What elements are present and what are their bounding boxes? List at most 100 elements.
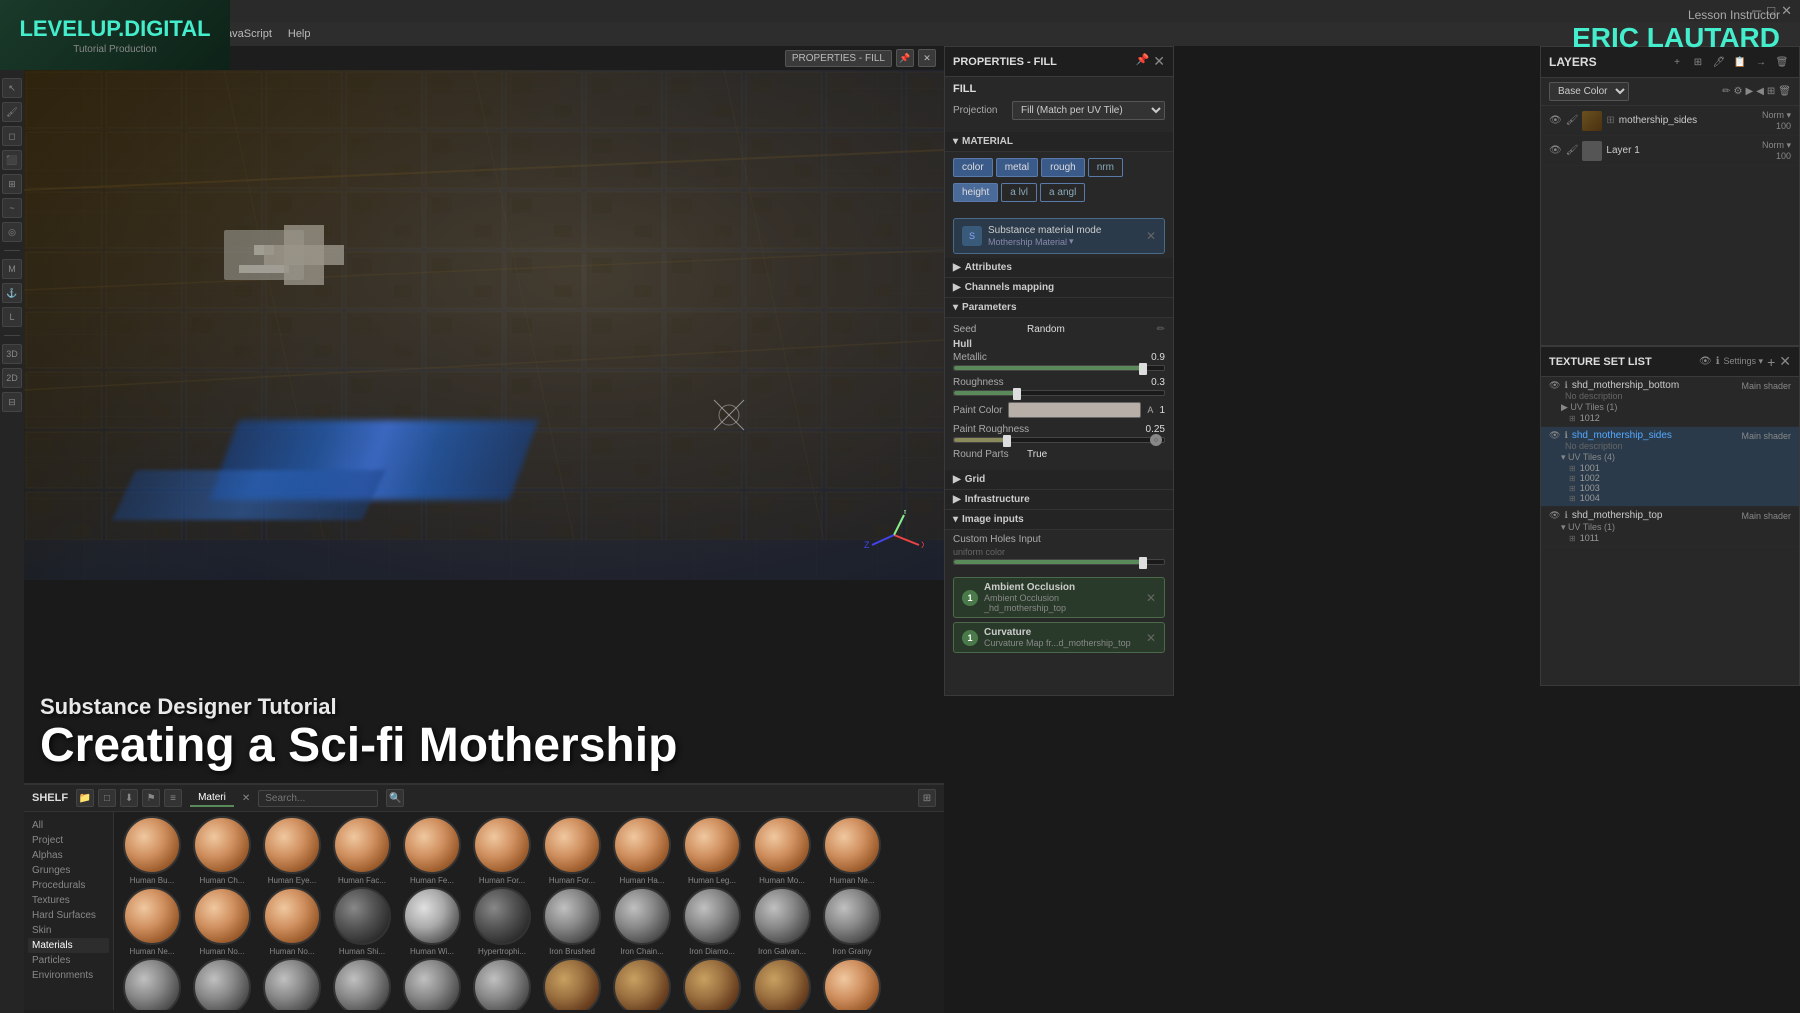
mat-item-21[interactable]: Iron Grainy <box>818 887 886 956</box>
ts-close-btn[interactable]: ✕ <box>1779 353 1791 370</box>
ts-add-btn[interactable]: + <box>1767 354 1775 370</box>
mat-item-20[interactable]: Iron Galvan... <box>748 887 816 956</box>
cat-particles[interactable]: Particles <box>28 953 109 968</box>
layer-norm-1[interactable]: Norm ▾ <box>1762 140 1791 151</box>
ts-vis-0[interactable]: 👁 <box>1549 380 1560 391</box>
shelf-tab-materials[interactable]: Materi <box>190 790 234 807</box>
ts-vis-1[interactable]: 👁 <box>1549 430 1560 441</box>
image-inputs-header[interactable]: ▾ Image inputs <box>945 510 1173 530</box>
ts-edit-btn[interactable]: ℹ <box>1716 356 1720 367</box>
layer-tool-4[interactable]: 📋 <box>1731 53 1749 71</box>
mat-item-9[interactable]: Human Mo... <box>748 816 816 885</box>
menu-help[interactable]: Help <box>288 28 311 40</box>
cat-project[interactable]: Project <box>28 833 109 848</box>
mat-item-30[interactable]: Leather Me... <box>678 958 746 1010</box>
vp-close-btn[interactable]: ✕ <box>918 49 936 67</box>
shelf-tool-filter[interactable]: ⚑ <box>142 789 160 807</box>
roughness-toggle[interactable]: ○ <box>1150 434 1162 446</box>
channel-tool-3[interactable]: ▶ <box>1746 86 1754 97</box>
tool-fill[interactable]: ⬛ <box>2 150 22 170</box>
channels-mapping-header[interactable]: ▶ Channels mapping <box>945 278 1173 298</box>
mat-item-11[interactable]: Human Ne... <box>118 887 186 956</box>
cat-materials[interactable]: Materials <box>28 938 109 953</box>
layer-vis-1[interactable]: 👁 <box>1549 145 1562 156</box>
tool-erase[interactable]: ◻ <box>2 126 22 146</box>
close-btn[interactable]: ✕ <box>1781 3 1792 19</box>
ts-vis-btn[interactable]: 👁 <box>1699 356 1712 367</box>
mat-item-16[interactable]: Hypertrophi... <box>468 887 536 956</box>
curvature-close[interactable]: ✕ <box>1146 631 1156 645</box>
shelf-tool-import[interactable]: ⬇ <box>120 789 138 807</box>
tool-mask[interactable]: M <box>2 259 22 279</box>
paint-roughness-track[interactable]: ○ <box>953 437 1165 443</box>
mat-item-17[interactable]: Iron Brushed <box>538 887 606 956</box>
mat-item-32[interactable]: Light Oat... <box>818 958 886 1010</box>
mat-item-5[interactable]: Human For... <box>468 816 536 885</box>
shelf-grid-view[interactable]: ⊞ <box>918 789 936 807</box>
mat-btn-metal[interactable]: metal <box>996 158 1038 177</box>
layer-item-0[interactable]: 👁 🖌 ⊞ mothership_sides Norm ▾ 100 <box>1541 106 1799 136</box>
shelf-tool-folder[interactable]: 📁 <box>76 789 94 807</box>
mat-item-25[interactable]: Iron Pure <box>328 958 396 1010</box>
custom-holes-track[interactable] <box>953 559 1165 565</box>
mat-item-26[interactable]: Iron Raw <box>398 958 466 1010</box>
ts-settings-btn[interactable]: Settings ▾ <box>1724 356 1764 367</box>
paint-color-swatch[interactable] <box>1008 402 1141 418</box>
material-section-header[interactable]: ▾ MATERIAL <box>945 132 1173 152</box>
mat-item-19[interactable]: Iron Diamo... <box>678 887 746 956</box>
tool-smudge[interactable]: ~ <box>2 198 22 218</box>
mat-item-7[interactable]: Human Ha... <box>608 816 676 885</box>
vp-pin-btn[interactable]: 📌 <box>896 49 914 67</box>
ts-uv-1[interactable]: ▾ UV Tiles (4) <box>1549 452 1791 463</box>
mat-item-1[interactable]: Human Ch... <box>188 816 256 885</box>
viewport[interactable]: X Y Z <box>24 70 944 580</box>
mat-btn-color[interactable]: color <box>953 158 993 177</box>
channel-tool-1[interactable]: ✏ <box>1722 86 1730 97</box>
ts-uv-0[interactable]: ▶ UV Tiles (1) <box>1549 402 1791 413</box>
mat-item-31[interactable]: Leather... <box>748 958 816 1010</box>
parameters-header[interactable]: ▾ Parameters <box>945 298 1173 318</box>
properties-close[interactable]: ✕ <box>1153 53 1165 70</box>
seed-edit[interactable]: ✏ <box>1157 324 1165 335</box>
channel-tool-2[interactable]: ⚙ <box>1734 86 1743 97</box>
mat-item-6[interactable]: Human For... <box>538 816 606 885</box>
mat-item-0[interactable]: Human Bu... <box>118 816 186 885</box>
mat-item-14[interactable]: Human Shi... <box>328 887 396 956</box>
tool-3d[interactable]: 3D <box>2 344 22 364</box>
tool-paint[interactable]: 🖌 <box>2 102 22 122</box>
mat-item-22[interactable]: Iron Grinded <box>118 958 186 1010</box>
mat-item-27[interactable]: Iron Raw D... <box>468 958 536 1010</box>
layer-tool-6[interactable]: 🗑 <box>1773 53 1791 71</box>
ts-item-1[interactable]: 👁 ℹ shd_mothership_sides Main shader No … <box>1541 427 1799 507</box>
cat-hard-surfaces[interactable]: Hard Surfaces <box>28 908 109 923</box>
shelf-tool-view[interactable]: ≡ <box>164 789 182 807</box>
cat-grunges[interactable]: Grunges <box>28 863 109 878</box>
mat-item-3[interactable]: Human Fac... <box>328 816 396 885</box>
ao-close[interactable]: ✕ <box>1146 591 1156 605</box>
mat-item-4[interactable]: Human Fe... <box>398 816 466 885</box>
mat-btn-height[interactable]: height <box>953 183 998 202</box>
tool-clone[interactable]: ⊞ <box>2 174 22 194</box>
layer-tool-1[interactable]: + <box>1668 53 1686 71</box>
layer-paint-0[interactable]: 🖌 <box>1566 115 1579 126</box>
tool-2d[interactable]: 2D <box>2 368 22 388</box>
infrastructure-header[interactable]: ▶ Infrastructure <box>945 490 1173 510</box>
ts-vis2-1[interactable]: ℹ <box>1564 430 1567 441</box>
ts-vis2-0[interactable]: ℹ <box>1564 380 1567 391</box>
layer-tool-2[interactable]: ⊞ <box>1689 53 1707 71</box>
channel-tool-4[interactable]: ◀ <box>1756 86 1764 97</box>
mat-item-24[interactable]: Iron Powde... <box>258 958 326 1010</box>
shelf-search-btn[interactable]: 🔍 <box>386 789 404 807</box>
cat-textures[interactable]: Textures <box>28 893 109 908</box>
cat-procedurals[interactable]: Procedurals <box>28 878 109 893</box>
channel-tool-6[interactable]: 🗑 <box>1778 86 1791 97</box>
ts-vis-2[interactable]: 👁 <box>1549 510 1560 521</box>
paint-roughness-thumb[interactable] <box>1003 435 1011 447</box>
tool-grid[interactable]: ⊟ <box>2 392 22 412</box>
mat-btn-aangl[interactable]: a angl <box>1040 183 1085 202</box>
mat-item-29[interactable]: Leather S... <box>608 958 676 1010</box>
layer-tool-5[interactable]: → <box>1752 53 1770 71</box>
layer-norm-0[interactable]: Norm ▾ <box>1762 110 1791 121</box>
channel-tool-5[interactable]: ⊞ <box>1767 86 1775 97</box>
cat-environments[interactable]: Environments <box>28 968 109 983</box>
